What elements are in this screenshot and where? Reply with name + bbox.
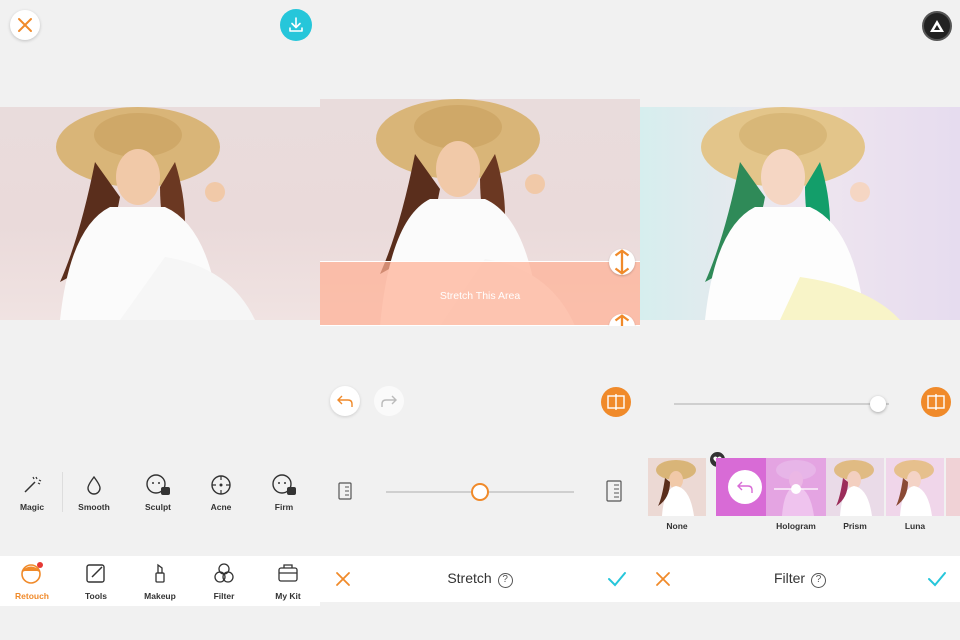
filter-label: Prism (843, 521, 867, 531)
stretch-panel: Stretch This Area Stretch? (320, 0, 640, 640)
nav-label: Tools (84, 591, 108, 601)
nav-retouch[interactable]: Retouch (2, 562, 62, 601)
filter-label: Luna (904, 521, 926, 531)
filter-label: None (666, 521, 688, 531)
nav-my-kit[interactable]: My Kit (258, 562, 318, 601)
filter-luna[interactable]: Luna (886, 458, 944, 531)
tool-label: Sculpt (145, 502, 171, 512)
filter-bottom-bar: Filter? (640, 556, 960, 602)
stretch-bottom-bar: Stretch? (320, 556, 640, 602)
slider-thumb[interactable] (471, 483, 489, 501)
bar-title: Filter? (640, 570, 960, 588)
nav-label: Makeup (144, 591, 176, 601)
stretch-bottom-handle[interactable] (609, 314, 635, 326)
close-icon (18, 18, 32, 32)
filter-label: Hologram (776, 521, 816, 531)
nav-tools[interactable]: Tools (66, 562, 126, 601)
help-icon[interactable]: ? (497, 573, 513, 588)
back-circle (728, 470, 762, 504)
vertical-arrows-icon (614, 314, 630, 326)
filter-strength-slider[interactable] (674, 396, 889, 412)
pencil-square-icon (86, 564, 105, 583)
magic-wand-icon (24, 476, 42, 493)
filter-thumbnail (894, 460, 934, 516)
divider (62, 472, 63, 512)
tool-label: Acne (210, 502, 232, 512)
app-logo (922, 11, 952, 41)
woman-photo (56, 107, 255, 320)
undo-button[interactable] (330, 386, 360, 416)
filter-partial[interactable] (946, 458, 960, 516)
filter-thumbnail (834, 460, 874, 516)
filter-circles-icon (214, 563, 234, 583)
bar-title: Stretch? (320, 570, 640, 588)
check-icon[interactable] (606, 568, 628, 590)
nav-label: My Kit (275, 591, 301, 601)
download-button[interactable] (280, 9, 312, 41)
retouch-panel: Magic Smooth Sculpt Acne Firm Retouch To… (0, 0, 320, 640)
stretch-area[interactable]: Stretch This Area (320, 261, 640, 326)
tool-sculpt[interactable]: Sculpt (128, 470, 188, 512)
retouch-face-icon (21, 562, 43, 584)
stretch-area-label: Stretch This Area (439, 290, 521, 302)
stretch-large-icon (606, 480, 622, 502)
kit-bag-icon (278, 564, 298, 582)
compare-button[interactable] (921, 387, 951, 417)
filter-panel: None Hologram Prism Luna Filter? (640, 0, 960, 640)
nav-filter[interactable]: Filter (194, 562, 254, 601)
compare-button[interactable] (601, 387, 631, 417)
stretch-small-icon (338, 482, 352, 500)
filter-none[interactable]: None (648, 458, 706, 531)
nav-label: Filter (213, 591, 235, 601)
tool-label: Firm (274, 502, 294, 512)
close-button[interactable] (10, 10, 40, 40)
compare-icon (927, 394, 945, 410)
stretch-slider[interactable] (386, 483, 574, 501)
tool-magic[interactable]: Magic (2, 470, 62, 512)
acne-target-icon (211, 475, 231, 495)
face-sculpt-icon (146, 474, 170, 495)
filter-thumbnail (774, 460, 818, 516)
filter-thumbnail (656, 460, 696, 516)
filter-prism[interactable]: Prism (826, 458, 884, 531)
redo-button[interactable] (374, 386, 404, 416)
tool-label: Smooth (78, 502, 110, 512)
droplet-icon (87, 475, 101, 495)
tool-acne[interactable]: Acne (191, 470, 251, 512)
face-firm-icon (272, 474, 296, 495)
back-arrow-icon (737, 481, 753, 493)
photo-canvas[interactable] (0, 107, 320, 320)
tool-firm[interactable]: Firm (254, 470, 314, 512)
lipstick-icon (155, 563, 165, 583)
slider-thumb[interactable] (870, 396, 887, 412)
filter-hologram[interactable]: Hologram (766, 458, 826, 531)
nav-makeup[interactable]: Makeup (130, 562, 190, 601)
check-icon[interactable] (926, 568, 948, 590)
stretch-top-handle[interactable] (609, 249, 635, 275)
photo-canvas[interactable] (640, 107, 960, 320)
logo-icon (930, 20, 944, 32)
tool-smooth[interactable]: Smooth (64, 470, 124, 512)
download-icon (289, 17, 303, 32)
compare-icon (607, 394, 625, 410)
vertical-arrows-icon (614, 249, 630, 275)
photo-canvas[interactable]: Stretch This Area (320, 99, 640, 326)
nav-label: Retouch (15, 591, 49, 601)
bottom-nav: Retouch Tools Makeup Filter My Kit (0, 556, 320, 606)
woman-photo-filtered (701, 107, 900, 320)
redo-icon (381, 395, 397, 407)
undo-icon (337, 395, 353, 407)
tool-label: Magic (19, 502, 45, 512)
help-icon[interactable]: ? (811, 573, 827, 588)
